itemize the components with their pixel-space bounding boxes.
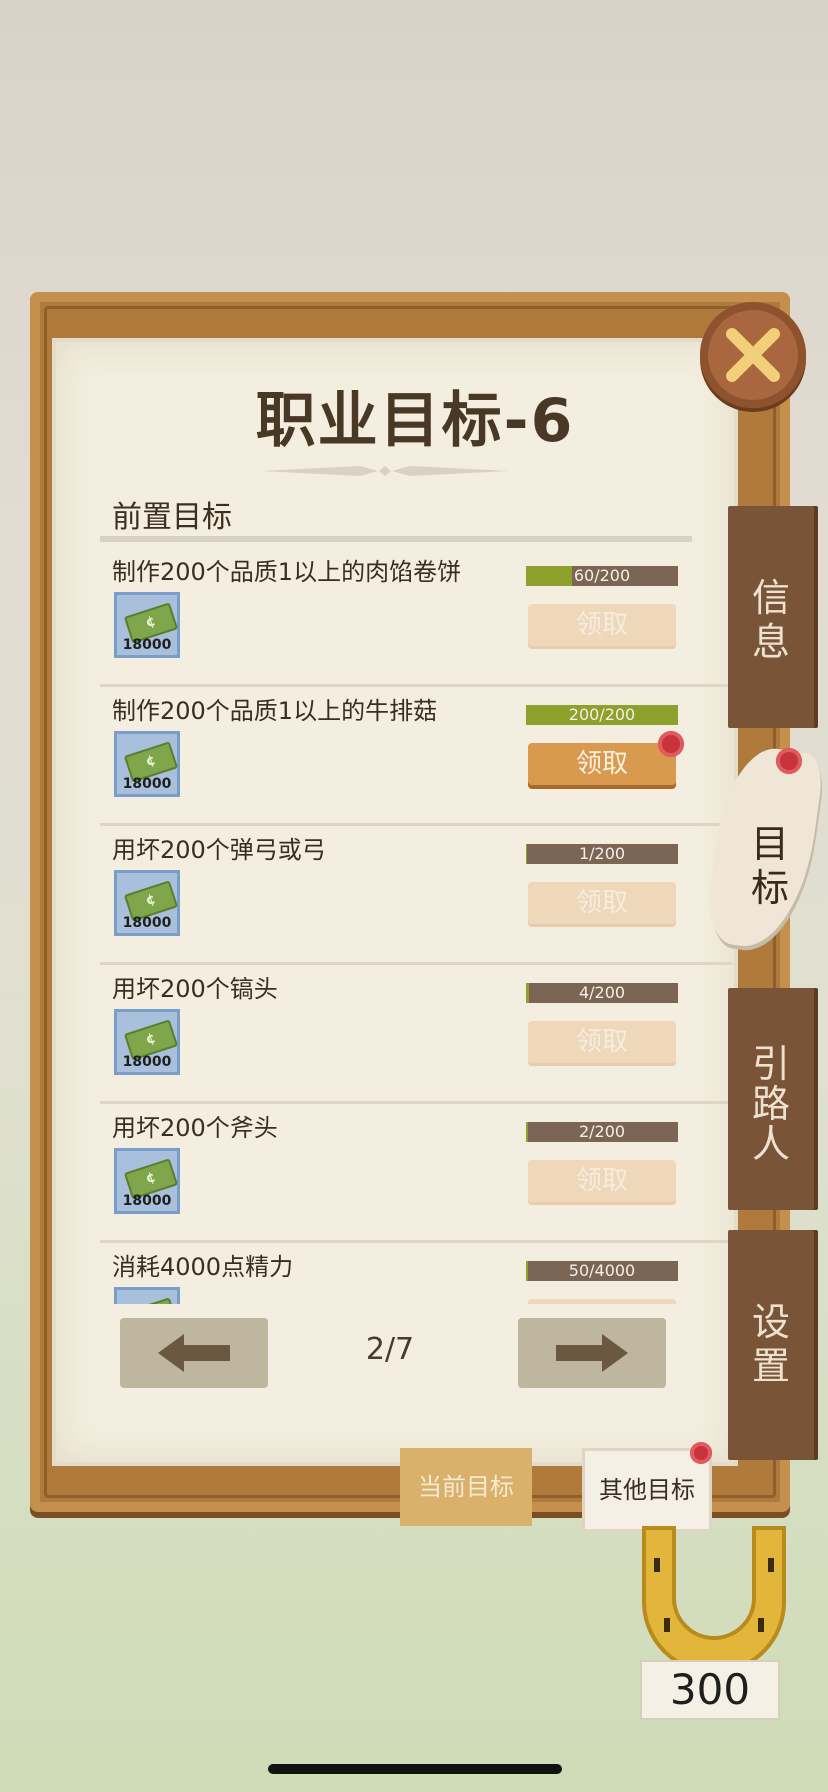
tab-settings[interactable]: 设置 bbox=[728, 1230, 814, 1460]
arrow-left-icon bbox=[158, 1334, 230, 1372]
progress-bar: 200/200 bbox=[526, 705, 678, 725]
progress-text: 60/200 bbox=[573, 566, 631, 585]
claim-button[interactable]: 领取 bbox=[528, 1021, 676, 1063]
close-button[interactable] bbox=[700, 302, 806, 408]
arrow-right-icon bbox=[556, 1334, 628, 1372]
claim-button[interactable]: 领取 bbox=[528, 882, 676, 924]
tab-info-text: 信息 bbox=[751, 576, 790, 664]
reward-item[interactable]: ¢ 18000 bbox=[114, 731, 180, 797]
close-icon bbox=[726, 328, 780, 382]
goal-name: 制作200个品质1以上的肉馅卷饼 bbox=[112, 558, 462, 586]
goal-name: 用坏200个镐头 bbox=[112, 975, 278, 1003]
score-display: 300 bbox=[640, 1660, 780, 1720]
reward-amount: 18000 bbox=[122, 1054, 172, 1070]
goal-name: 消耗4000点精力 bbox=[112, 1253, 294, 1281]
claim-button[interactable]: 领取 bbox=[528, 731, 684, 785]
horseshoe-icon bbox=[642, 1526, 786, 1674]
goal-row: 制作200个品质1以上的肉馅卷饼 ¢ 18000 60/200 领取 bbox=[100, 548, 732, 687]
cash-icon: ¢ bbox=[123, 1297, 179, 1304]
title-ornament bbox=[260, 466, 510, 476]
progress-text: 4/200 bbox=[578, 983, 626, 1002]
tab-current-goals[interactable]: 当前目标 bbox=[400, 1448, 532, 1526]
claim-button[interactable]: 领取 bbox=[528, 1299, 676, 1304]
prev-page-button[interactable] bbox=[120, 1318, 268, 1388]
goal-list[interactable]: 制作200个品质1以上的肉馅卷饼 ¢ 18000 60/200 领取 制作200… bbox=[100, 548, 732, 1304]
goal-name: 用坏200个弹弓或弓 bbox=[112, 836, 326, 864]
reward-item[interactable]: ¢ 18000 bbox=[114, 1009, 180, 1075]
progress-bar: 4/200 bbox=[526, 983, 678, 1003]
section-divider bbox=[100, 536, 692, 542]
progress-text: 2/200 bbox=[578, 1122, 626, 1141]
tab-guide[interactable]: 引路人 bbox=[728, 988, 814, 1210]
claim-label: 领取 bbox=[575, 749, 628, 779]
reward-item[interactable]: ¢ 18000 bbox=[114, 1148, 180, 1214]
goal-name: 用坏200个斧头 bbox=[112, 1114, 278, 1142]
section-heading: 前置目标 bbox=[112, 500, 232, 535]
reward-item[interactable]: ¢ 18000 bbox=[114, 870, 180, 936]
goal-row: 用坏200个斧头 ¢ 18000 2/200 领取 bbox=[100, 1104, 732, 1243]
goal-row: 制作200个品质1以上的牛排菇 ¢ 18000 200/200 领取 bbox=[100, 687, 732, 826]
tab-info[interactable]: 信息 bbox=[728, 506, 814, 728]
tab-other-label: 其他目标 bbox=[599, 1476, 695, 1504]
progress-text: 200/200 bbox=[568, 705, 636, 724]
goal-row: 消耗4000点精力 ¢ 18000 50/4000 领取 bbox=[100, 1243, 732, 1304]
tab-target-text: 目标 bbox=[750, 822, 789, 910]
notification-dot bbox=[776, 748, 802, 774]
tab-guide-text: 引路人 bbox=[751, 1042, 790, 1166]
goal-name: 制作200个品质1以上的牛排菇 bbox=[112, 697, 438, 725]
reward-amount: 18000 bbox=[122, 915, 172, 931]
progress-text: 1/200 bbox=[578, 844, 626, 863]
claim-button[interactable]: 领取 bbox=[528, 1160, 676, 1202]
progress-bar: 2/200 bbox=[526, 1122, 678, 1142]
tab-info-label: 信息 bbox=[728, 576, 814, 664]
reward-amount: 18000 bbox=[122, 1193, 172, 1209]
tab-target-label: 目标 bbox=[740, 822, 800, 910]
reward-amount: 18000 bbox=[122, 637, 172, 653]
reward-item[interactable]: ¢ 18000 bbox=[114, 592, 180, 658]
reward-amount: 18000 bbox=[122, 776, 172, 792]
next-page-button[interactable] bbox=[518, 1318, 666, 1388]
goal-row: 用坏200个弹弓或弓 ¢ 18000 1/200 领取 bbox=[100, 826, 732, 965]
progress-bar: 50/4000 bbox=[526, 1261, 678, 1281]
notification-dot bbox=[658, 731, 684, 757]
reward-item[interactable]: ¢ 18000 bbox=[114, 1287, 180, 1304]
page-title: 职业目标-6 bbox=[255, 386, 575, 456]
progress-bar: 60/200 bbox=[526, 566, 678, 586]
progress-bar: 1/200 bbox=[526, 844, 678, 864]
tab-guide-label: 引路人 bbox=[728, 1044, 814, 1164]
notification-dot bbox=[690, 1442, 712, 1464]
tab-settings-label: 设置 bbox=[728, 1300, 814, 1388]
home-indicator[interactable] bbox=[268, 1764, 562, 1774]
claim-button[interactable]: 领取 bbox=[528, 604, 676, 646]
goal-row: 用坏200个镐头 ¢ 18000 4/200 领取 bbox=[100, 965, 732, 1104]
page-indicator: 2/7 bbox=[365, 1332, 415, 1367]
progress-text: 50/4000 bbox=[568, 1261, 636, 1280]
tab-settings-text: 设置 bbox=[751, 1300, 790, 1388]
